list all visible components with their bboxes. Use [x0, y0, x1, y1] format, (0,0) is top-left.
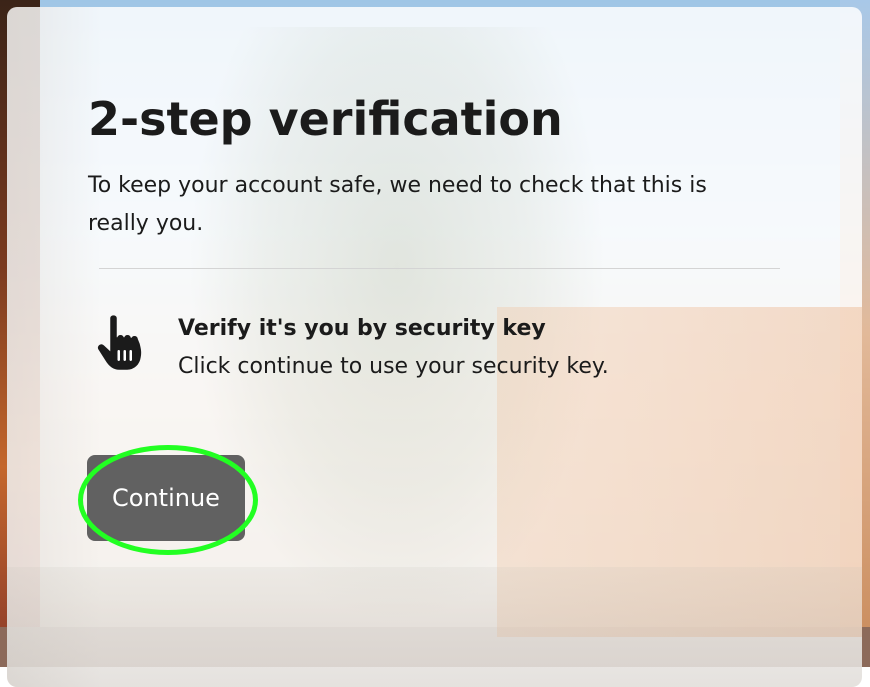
method-description: Click continue to use your security key.: [178, 354, 609, 379]
pointing-hand-icon: [95, 314, 147, 372]
security-key-method[interactable]: Verify it's you by security key Click co…: [95, 312, 775, 392]
section-divider: [99, 268, 780, 269]
background-ground-shadow: [7, 567, 862, 687]
page-subtitle: To keep your account safe, we need to ch…: [88, 173, 707, 236]
page-title: 2-step verification: [88, 92, 563, 146]
method-title: Verify it's you by security key: [178, 316, 546, 341]
continue-button[interactable]: Continue: [87, 455, 245, 541]
